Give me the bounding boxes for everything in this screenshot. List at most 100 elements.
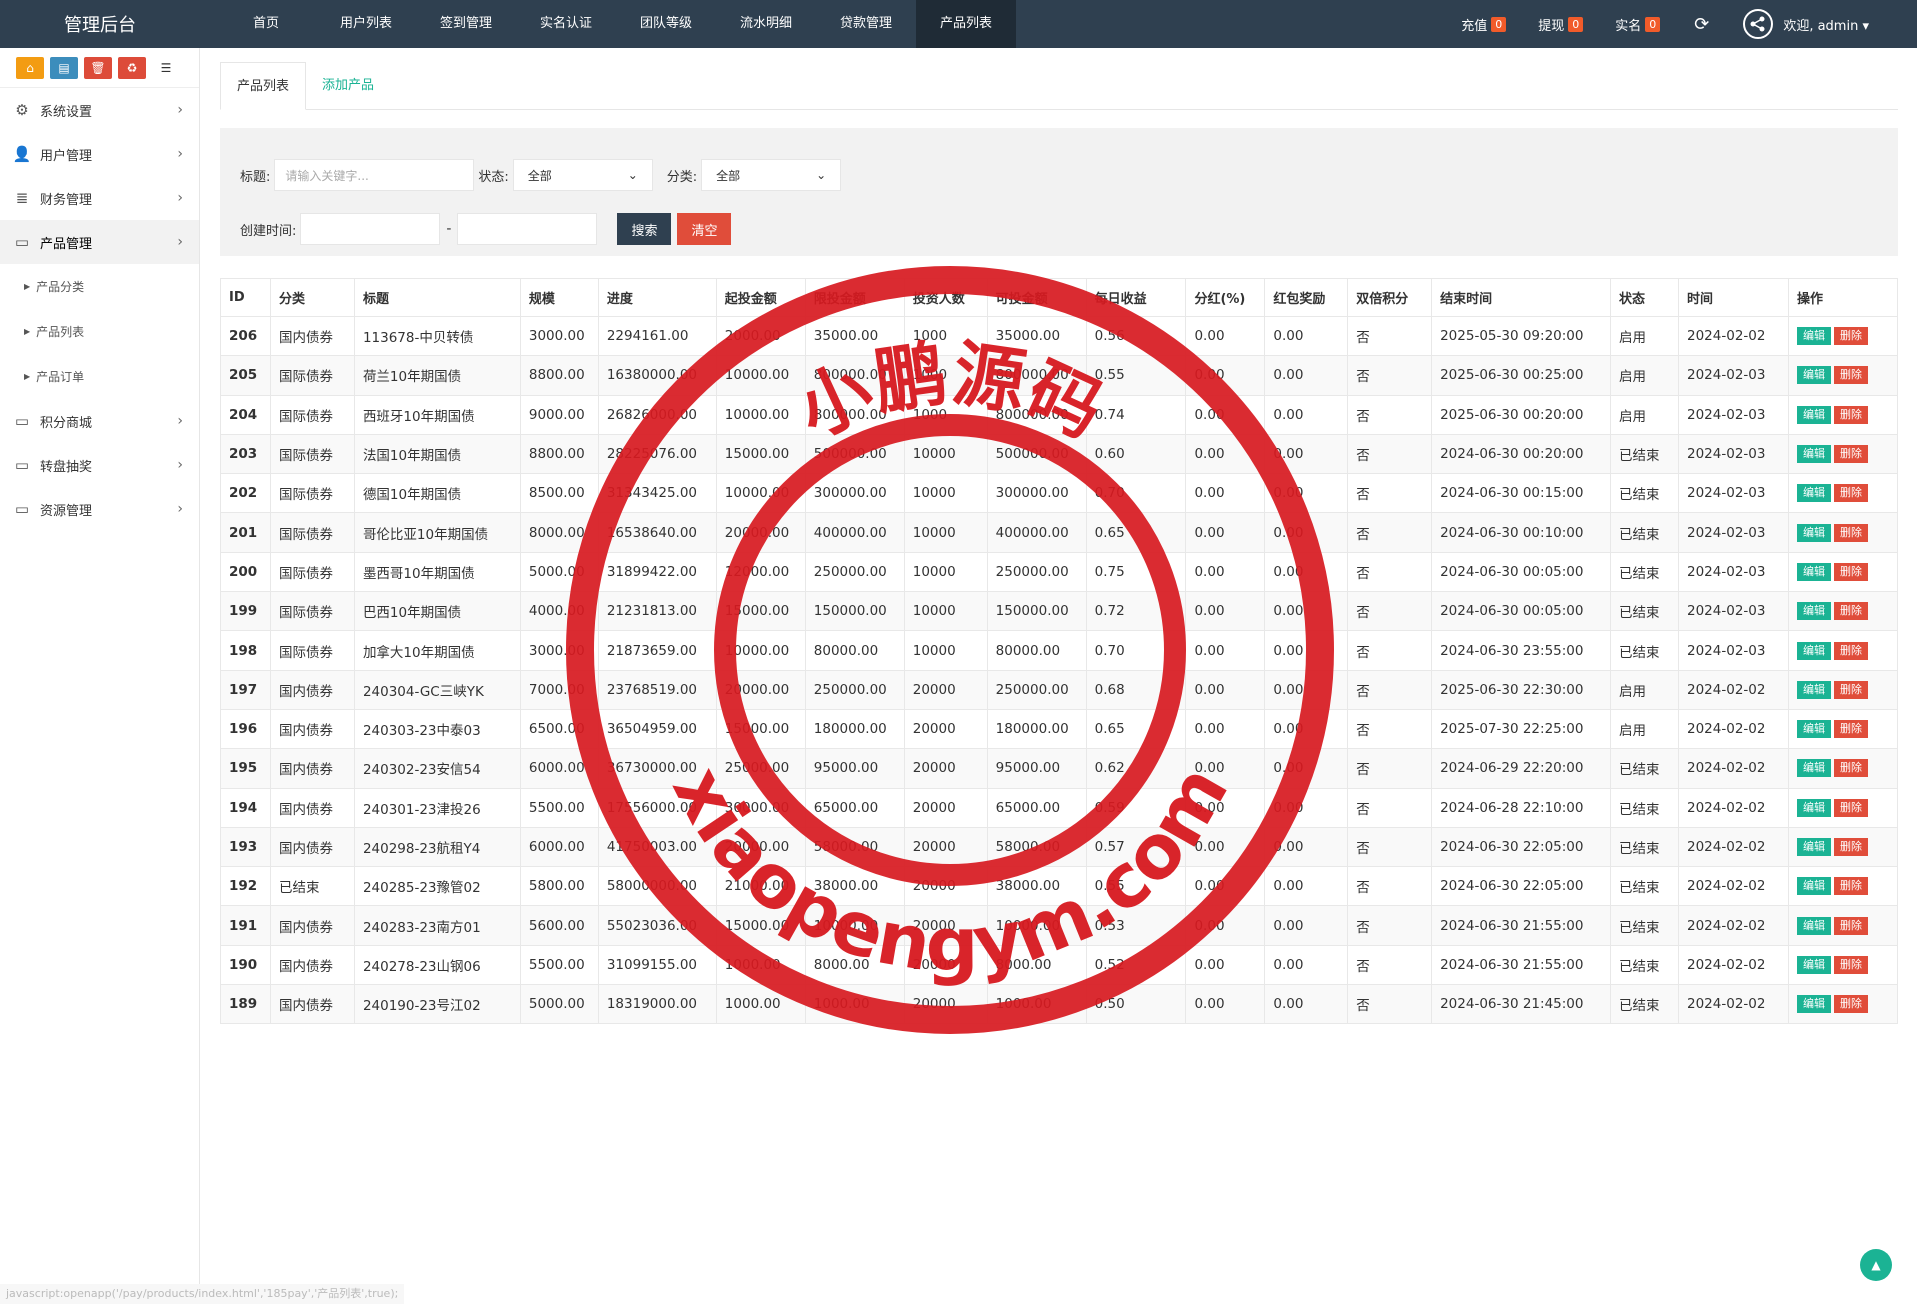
table-cell: 5000.00: [519, 551, 599, 593]
nav-item-home[interactable]: 首页: [216, 0, 316, 48]
refresh-icon[interactable]: ♻: [118, 56, 146, 79]
sidebar-item-lottery[interactable]: ▭ 转盘抽奖 ›: [0, 443, 199, 487]
delete-button[interactable]: 删除: [1833, 916, 1868, 935]
table-cell: 0.65: [1085, 512, 1187, 553]
list-icon[interactable]: ☰: [152, 56, 180, 79]
sidebar-item-finance[interactable]: ≣ 财务管理 ›: [0, 176, 199, 220]
delete-button[interactable]: 删除: [1833, 602, 1868, 621]
delete-button[interactable]: 删除: [1833, 327, 1868, 346]
table-cell: 国内债券: [269, 984, 355, 1025]
sidebar-item-system[interactable]: ⚙ 系统设置 ›: [0, 88, 199, 132]
delete-button[interactable]: 删除: [1833, 562, 1868, 581]
table-cell: 2024-06-30 00:20:00: [1431, 433, 1612, 475]
category-select[interactable]: 全部 ⌄: [701, 159, 842, 191]
table-cell: 5500.00: [519, 944, 599, 986]
delete-button[interactable]: 删除: [1833, 484, 1868, 503]
sidebar-item-users[interactable]: 👤 用户管理 ›: [0, 132, 199, 176]
edit-button[interactable]: 编辑: [1796, 995, 1831, 1014]
edit-button[interactable]: 编辑: [1796, 602, 1831, 621]
delete-button[interactable]: 删除: [1833, 720, 1868, 739]
edit-button[interactable]: 编辑: [1796, 720, 1831, 739]
end-date-input[interactable]: [457, 213, 598, 245]
refresh-icon[interactable]: ⟳: [1694, 14, 1709, 35]
delete-button[interactable]: 删除: [1833, 366, 1868, 385]
table-cell: 0.00: [1185, 315, 1266, 357]
table-cell: 12000.00: [715, 551, 806, 593]
withdraw-link[interactable]: 提现 0: [1538, 15, 1584, 34]
delete-button[interactable]: 删除: [1833, 877, 1868, 896]
table-cell: 41750003.00: [597, 826, 717, 868]
nav-item-flow[interactable]: 流水明细: [716, 0, 816, 48]
triangle-right-icon: ▶: [24, 282, 31, 291]
table-cell: 203: [220, 433, 271, 475]
table-cell: 2024-02-03: [1678, 591, 1789, 632]
avatar[interactable]: [1743, 9, 1774, 39]
edit-button[interactable]: 编辑: [1796, 838, 1831, 856]
sidebar-sub-product-list[interactable]: ▶ 产品列表: [0, 309, 199, 354]
table-cell: 2024-06-30 00:05:00: [1431, 591, 1612, 632]
sidebar-sub-category[interactable]: ▶ 产品分类: [0, 264, 199, 309]
main-content: 产品列表 添加产品 标题: 请输入关键字... 状态: 全部 ⌄ 分类: 全部 …: [220, 62, 1899, 1025]
delete-button[interactable]: 删除: [1833, 641, 1868, 660]
sidebar-item-points-mall[interactable]: ▭ 积分商城 ›: [0, 399, 199, 443]
edit-button[interactable]: 编辑: [1796, 877, 1831, 896]
delete-button[interactable]: 删除: [1833, 759, 1868, 778]
edit-button[interactable]: 编辑: [1796, 523, 1831, 542]
tab-add-product[interactable]: 添加产品: [306, 62, 390, 109]
edit-button[interactable]: 编辑: [1796, 916, 1831, 935]
nav-item-users[interactable]: 用户列表: [316, 0, 416, 48]
delete-button[interactable]: 删除: [1833, 680, 1868, 699]
table-cell: 否: [1347, 591, 1433, 632]
status-select[interactable]: 全部 ⌄: [512, 159, 653, 191]
table-cell: 0.60: [1085, 433, 1187, 475]
edit-button[interactable]: 编辑: [1796, 798, 1831, 817]
file-icon[interactable]: ▤: [50, 56, 78, 79]
nav-item-realname[interactable]: 实名认证: [516, 0, 616, 48]
home-icon[interactable]: ⌂: [16, 56, 44, 79]
edit-button[interactable]: 编辑: [1796, 327, 1831, 346]
realname-link[interactable]: 实名 0: [1615, 15, 1661, 34]
edit-button[interactable]: 编辑: [1796, 405, 1831, 424]
title-search-input[interactable]: 请输入关键字...: [274, 159, 475, 191]
sidebar-item-resources[interactable]: ▭ 资源管理 ›: [0, 487, 199, 531]
edit-button[interactable]: 编辑: [1796, 366, 1831, 385]
nav-item-products[interactable]: 产品列表: [916, 0, 1016, 48]
back-to-top-button[interactable]: ▲: [1860, 1249, 1892, 1281]
edit-button[interactable]: 编辑: [1796, 562, 1831, 581]
sidebar-item-products[interactable]: ▭ 产品管理 ›: [0, 220, 199, 264]
edit-button[interactable]: 编辑: [1796, 955, 1831, 974]
trash-icon[interactable]: 🗑: [84, 56, 112, 79]
nav-item-loans[interactable]: 贷款管理: [816, 0, 916, 48]
user-menu[interactable]: 欢迎, admin ▾: [1783, 15, 1869, 34]
tab-product-list[interactable]: 产品列表: [220, 62, 307, 110]
start-date-input[interactable]: [300, 213, 441, 245]
recharge-badge: 0: [1491, 16, 1507, 32]
app-title[interactable]: 管理后台: [0, 0, 200, 48]
clear-button[interactable]: 清空: [677, 213, 732, 245]
delete-button[interactable]: 删除: [1833, 798, 1868, 817]
table-cell: 2025-06-30 00:20:00: [1431, 394, 1612, 435]
delete-button[interactable]: 删除: [1833, 838, 1868, 856]
table-cell: 已结束: [1610, 826, 1679, 868]
recharge-link[interactable]: 充值 0: [1461, 15, 1507, 34]
delete-button[interactable]: 删除: [1833, 405, 1868, 424]
delete-button[interactable]: 删除: [1833, 523, 1868, 542]
sidebar-sub-orders[interactable]: ▶ 产品订单: [0, 354, 199, 399]
table-cell: 38000.00: [804, 866, 905, 907]
nav-item-checkin[interactable]: 签到管理: [416, 0, 516, 48]
edit-button[interactable]: 编辑: [1796, 445, 1831, 464]
table-cell: 500000.00: [804, 433, 905, 475]
nav-item-team-level[interactable]: 团队等级: [616, 0, 716, 48]
delete-button[interactable]: 删除: [1833, 445, 1868, 464]
delete-button[interactable]: 删除: [1833, 955, 1868, 974]
edit-button[interactable]: 编辑: [1796, 484, 1831, 503]
chevron-right-icon: ›: [177, 234, 183, 250]
table-cell: 0.00: [1185, 984, 1266, 1025]
search-button[interactable]: 搜索: [617, 213, 672, 245]
table-cell: 6000.00: [519, 748, 599, 789]
edit-button[interactable]: 编辑: [1796, 759, 1831, 778]
edit-button[interactable]: 编辑: [1796, 641, 1831, 660]
edit-button[interactable]: 编辑: [1796, 680, 1831, 699]
table-cell: 2025-06-30 22:30:00: [1431, 669, 1612, 710]
delete-button[interactable]: 删除: [1833, 995, 1868, 1014]
